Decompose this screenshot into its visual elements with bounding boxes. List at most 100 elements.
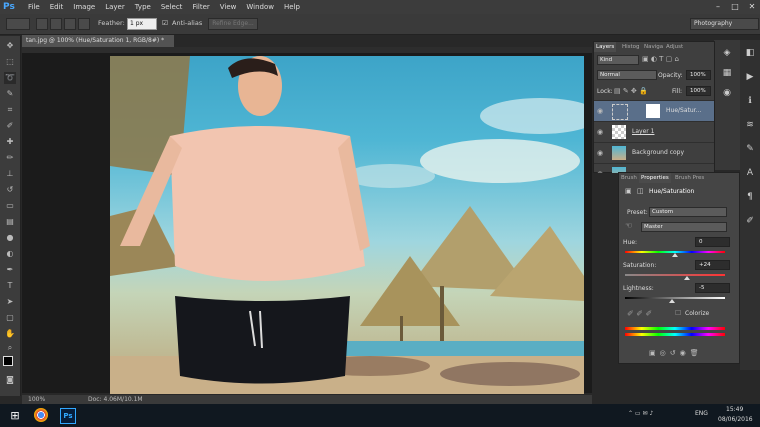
refine-edge-button[interactable]: Refine Edge... <box>208 18 258 30</box>
dodge-tool-icon[interactable]: ◐ <box>4 248 16 260</box>
pen-tool-icon[interactable]: ✒ <box>4 264 16 276</box>
healing-tool-icon[interactable]: ✚ <box>4 136 16 148</box>
brush-tool-icon[interactable]: ✏ <box>4 152 16 164</box>
eyedropper-tool-icon[interactable]: ✐ <box>4 120 16 132</box>
zoom-level[interactable]: 100% <box>28 396 45 403</box>
preset-select[interactable]: Custom <box>649 207 727 217</box>
feather-input[interactable]: 1 px <box>127 18 157 30</box>
character-icon[interactable]: A <box>743 166 757 180</box>
photoshop-taskbar-icon[interactable]: Ps <box>60 408 76 424</box>
hand-tool-icon[interactable]: ✋ <box>4 328 16 340</box>
tab-layers[interactable]: Layers <box>594 42 617 52</box>
tray-icons[interactable]: ⌃ ▭ ✉ ♪ <box>628 410 653 417</box>
layer-row-background-copy[interactable]: ◉ Background copy <box>594 142 714 163</box>
menu-edit[interactable]: Edit <box>45 0 69 14</box>
layer-row-hue-saturation[interactable]: ◉ Hue/Satur... <box>594 100 714 121</box>
3d-icon[interactable]: ◈ <box>720 46 734 60</box>
windows-start-icon[interactable]: ⊞ <box>6 407 24 424</box>
brush-panel-icon[interactable]: ✐ <box>743 214 757 228</box>
saturation-slider[interactable] <box>625 274 725 276</box>
channels-icon[interactable]: ≋ <box>743 118 757 132</box>
panel-footer-icons[interactable]: ▣◎↺◉🗑 <box>649 349 703 357</box>
lock-icons[interactable]: ▤ ✎ ✥ 🔒 <box>614 87 648 95</box>
menu-select[interactable]: Select <box>156 0 188 14</box>
zoom-tool-icon[interactable]: ⌕ <box>4 342 16 354</box>
menu-view[interactable]: View <box>215 0 242 14</box>
shape-tool-icon[interactable]: ▢ <box>4 312 16 324</box>
visibility-eye-icon[interactable]: ◉ <box>597 128 603 136</box>
new-selection-icon[interactable] <box>36 18 48 30</box>
language-indicator[interactable]: ENG <box>695 410 708 417</box>
mask-icon[interactable]: ◫ <box>637 187 644 195</box>
gradient-tool-icon[interactable]: ▤ <box>4 216 16 228</box>
quick-mask-icon[interactable]: ◙ <box>4 374 16 386</box>
tab-brush[interactable]: Brush <box>619 173 639 183</box>
antialias-checkbox-icon[interactable]: ☑ <box>162 19 168 27</box>
saturation-slider-thumb[interactable] <box>684 276 690 280</box>
saturation-input[interactable]: +24 <box>695 260 730 270</box>
clock-date[interactable]: 08/06/2016 <box>718 416 753 423</box>
intersect-selection-icon[interactable] <box>78 18 90 30</box>
lasso-tool-icon[interactable]: ➰ <box>4 72 16 84</box>
eraser-tool-icon[interactable]: ▭ <box>4 200 16 212</box>
tab-properties[interactable]: Properties <box>639 173 671 183</box>
blur-tool-icon[interactable]: ● <box>4 232 16 244</box>
channel-select[interactable]: Master <box>641 222 727 232</box>
path-select-tool-icon[interactable]: ➤ <box>4 296 16 308</box>
swatches-icon[interactable]: ▦ <box>720 66 734 80</box>
visibility-eye-icon[interactable]: ◉ <box>597 107 603 115</box>
visibility-eye-icon[interactable]: ◉ <box>597 149 603 157</box>
type-tool-icon[interactable]: T <box>4 280 16 292</box>
move-tool-icon[interactable]: ✥ <box>4 40 16 52</box>
actions-icon[interactable]: ▶ <box>743 70 757 84</box>
chrome-icon[interactable] <box>34 408 48 422</box>
add-selection-icon[interactable] <box>50 18 62 30</box>
filter-icons[interactable]: ▣ ◐ T ▢ ⌂ <box>642 55 679 63</box>
foreground-color-swatch[interactable] <box>3 356 13 366</box>
menu-help[interactable]: Help <box>279 0 305 14</box>
menu-window[interactable]: Window <box>241 0 279 14</box>
opacity-input[interactable]: 100% <box>686 70 711 80</box>
quick-select-tool-icon[interactable]: ✎ <box>4 88 16 100</box>
paragraph-icon[interactable]: ¶ <box>743 190 757 204</box>
hand-adjust-icon[interactable]: ☜ <box>625 221 632 230</box>
history-icon[interactable]: ◧ <box>743 46 757 60</box>
tab-brush-presets[interactable]: Brush Pres <box>673 173 706 183</box>
menu-filter[interactable]: Filter <box>187 0 214 14</box>
clock-time[interactable]: 15:49 <box>726 406 743 413</box>
layer-filter-select[interactable]: Kind <box>597 55 639 65</box>
info-icon[interactable]: ℹ <box>743 94 757 108</box>
hue-slider-thumb[interactable] <box>672 253 678 257</box>
lightness-slider-thumb[interactable] <box>669 299 675 303</box>
lightness-input[interactable]: -5 <box>695 283 730 293</box>
tab-navigator[interactable]: Naviga <box>642 42 665 52</box>
paths-icon[interactable]: ✎ <box>743 142 757 156</box>
canvas-image[interactable] <box>110 56 584 394</box>
crop-tool-icon[interactable]: ⌗ <box>4 104 16 116</box>
close-icon[interactable]: ✕ <box>744 0 760 14</box>
lightness-slider[interactable] <box>625 297 725 299</box>
fill-input[interactable]: 100% <box>686 86 711 96</box>
colorize-checkbox-icon[interactable]: ☐ <box>675 309 681 317</box>
minimize-icon[interactable]: – <box>710 0 726 14</box>
menu-layer[interactable]: Layer <box>100 0 130 14</box>
subtract-selection-icon[interactable] <box>64 18 76 30</box>
marquee-tool-icon[interactable]: ⬚ <box>4 56 16 68</box>
document-tab[interactable]: tan.jpg @ 100% (Hue/Saturation 1, RGB/8#… <box>22 35 174 47</box>
history-brush-tool-icon[interactable]: ↺ <box>4 184 16 196</box>
maximize-icon[interactable]: □ <box>727 0 743 14</box>
menu-image[interactable]: Image <box>68 0 100 14</box>
styles-icon[interactable]: ◉ <box>720 86 734 100</box>
blend-mode-select[interactable]: Normal <box>597 70 657 80</box>
menu-file[interactable]: File <box>23 0 45 14</box>
menu-type[interactable]: Type <box>130 0 156 14</box>
tab-histogram[interactable]: Histog <box>620 42 642 52</box>
workspace-select[interactable]: Photography <box>690 18 759 30</box>
visibility-eye-icon[interactable]: ◉ <box>597 170 603 173</box>
tab-adjustments[interactable]: Adjust <box>664 42 685 52</box>
clone-stamp-tool-icon[interactable]: ⊥ <box>4 168 16 180</box>
layer-row-layer-1[interactable]: ◉ Layer 1 <box>594 121 714 142</box>
lasso-preset-icon[interactable] <box>6 18 30 30</box>
eyedropper-icon[interactable]: ✐ ✐ ✐ <box>627 309 652 318</box>
hue-input[interactable]: 0 <box>695 237 730 247</box>
